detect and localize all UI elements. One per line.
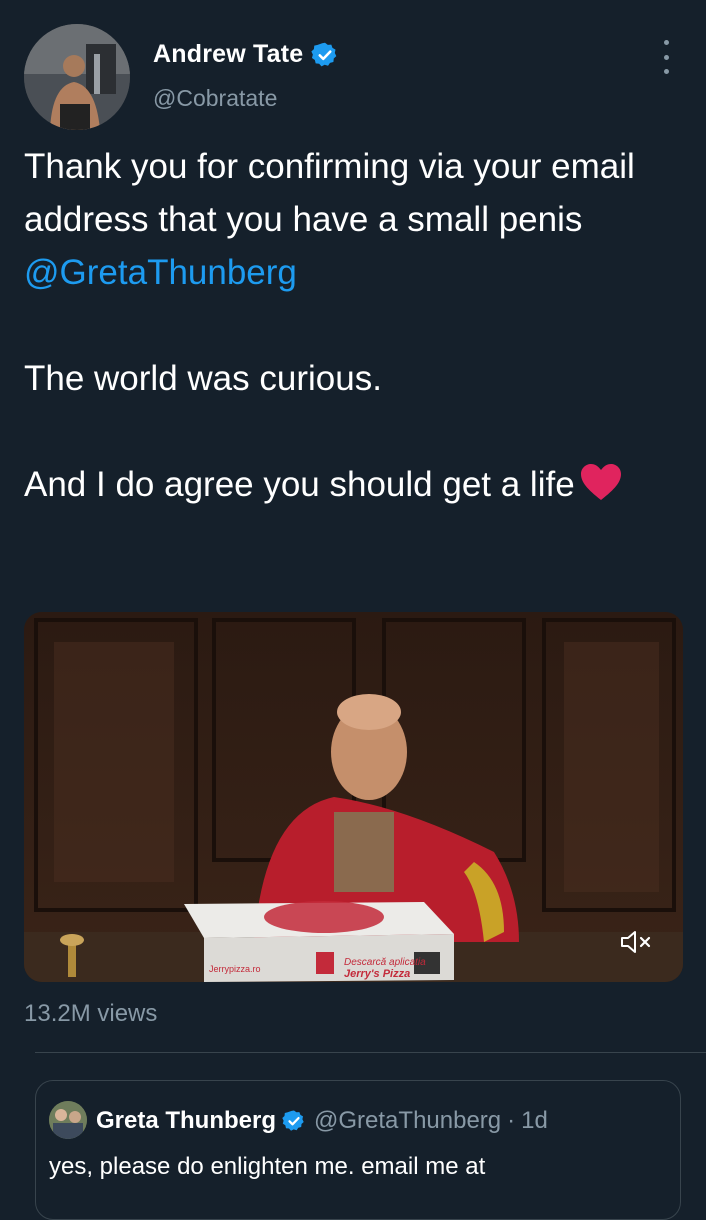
- quoted-header: Greta Thunberg @GretaThunberg · 1d: [96, 1107, 548, 1135]
- tweet-line-1: Thank you for confirming via your email …: [24, 147, 635, 239]
- author-avatar[interactable]: [24, 24, 130, 130]
- more-options-icon[interactable]: [656, 40, 676, 74]
- mute-icon[interactable]: [619, 928, 653, 956]
- author-avatar-image: [24, 24, 130, 130]
- author-name[interactable]: Andrew Tate: [153, 40, 303, 69]
- video-frame: Descarcă aplicatia Jerry's Pizza Jerrypi…: [24, 612, 683, 982]
- tweet-line-3: And I do agree you should get a life: [24, 465, 575, 504]
- verified-badge-icon: [311, 42, 337, 66]
- quoted-name[interactable]: Greta Thunberg: [96, 1107, 276, 1135]
- red-heart-emoji: [580, 464, 621, 500]
- divider: [35, 1052, 706, 1053]
- pizza-box-small: Descarcă aplicatia: [344, 957, 426, 968]
- tweet-paragraph-3: And I do agree you should get a life: [24, 458, 684, 511]
- pizza-box-side: Jerrypizza.ro: [209, 964, 261, 974]
- quoted-text: yes, please do enlighten me. email me at: [49, 1153, 486, 1180]
- pizza-box-label: Jerry's Pizza: [344, 968, 410, 980]
- quoted-handle[interactable]: @GretaThunberg: [314, 1107, 501, 1135]
- quoted-time[interactable]: 1d: [521, 1107, 548, 1135]
- view-count: 13.2M views: [24, 1000, 158, 1027]
- tweet-video[interactable]: Descarcă aplicatia Jerry's Pizza Jerrypi…: [24, 612, 683, 982]
- quoted-tweet[interactable]: Greta Thunberg @GretaThunberg · 1d yes, …: [35, 1080, 681, 1220]
- quoted-avatar[interactable]: [49, 1101, 87, 1139]
- mention-link[interactable]: @GretaThunberg: [24, 253, 297, 292]
- quoted-separator: ·: [507, 1107, 516, 1134]
- tweet-text: Thank you for confirming via your email …: [24, 140, 684, 511]
- tweet-paragraph-2: The world was curious.: [24, 359, 382, 398]
- verified-badge-icon: [282, 1110, 304, 1131]
- author-name-row: Andrew Tate: [153, 40, 339, 69]
- author-handle[interactable]: @Cobratate: [153, 85, 277, 112]
- tweet-paragraph-1: Thank you for confirming via your email …: [24, 140, 684, 299]
- quoted-avatar-image: [49, 1101, 87, 1139]
